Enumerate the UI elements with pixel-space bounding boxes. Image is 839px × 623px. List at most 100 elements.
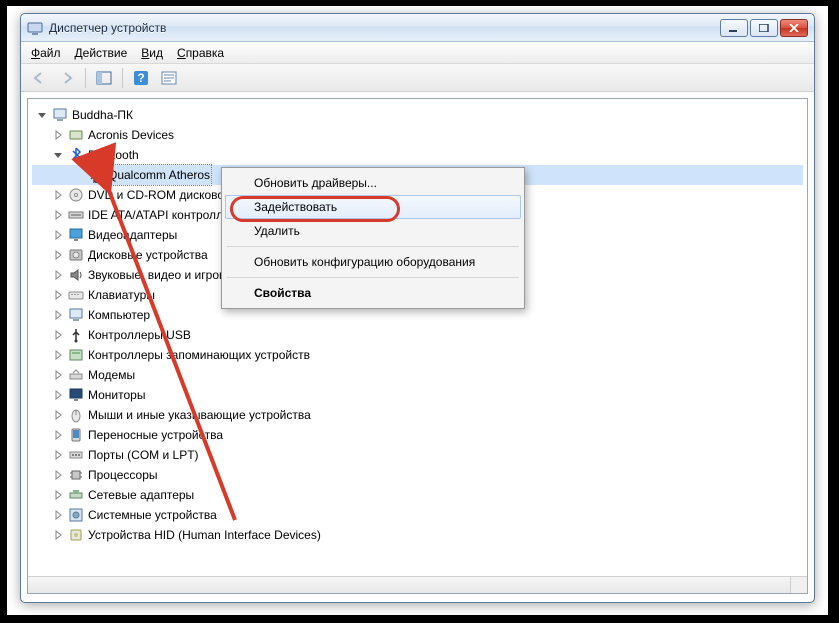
ctx-separator <box>227 246 519 247</box>
expand-icon[interactable] <box>52 349 64 361</box>
ctx-refresh-config[interactable]: Обновить конфигурацию оборудования <box>225 250 521 274</box>
ctx-properties[interactable]: Свойства <box>225 281 521 305</box>
tree-label: Переносные устройства <box>88 425 223 445</box>
scroll-corner <box>790 576 807 593</box>
expand-icon[interactable] <box>52 369 64 381</box>
menu-action[interactable]: Действие <box>75 46 128 60</box>
menu-file[interactable]: Файл <box>31 46 61 60</box>
tree-label: Порты (COM и LPT) <box>88 445 199 465</box>
svg-text:?: ? <box>137 71 144 85</box>
collapse-icon[interactable] <box>36 109 48 121</box>
mouse-icon <box>68 407 84 423</box>
tree-category[interactable]: Сетевые адаптеры <box>32 485 803 505</box>
tree-label: Мониторы <box>88 385 145 405</box>
collapse-icon[interactable] <box>52 149 64 161</box>
system-icon <box>68 507 84 523</box>
tree-category[interactable]: Bluetooth <box>32 145 803 165</box>
expand-icon[interactable] <box>52 189 64 201</box>
usb-icon <box>68 327 84 343</box>
modem-icon <box>68 367 84 383</box>
nav-forward-button <box>55 67 79 89</box>
tree-label: Системные устройства <box>88 505 217 525</box>
display-icon <box>68 227 84 243</box>
expand-icon[interactable] <box>52 269 64 281</box>
expand-icon[interactable] <box>52 429 64 441</box>
maximize-button[interactable] <box>750 19 778 37</box>
tree-category[interactable]: Модемы <box>32 365 803 385</box>
toolbar: ? <box>21 64 814 92</box>
tree-label: Дисковые устройства <box>88 245 208 265</box>
tree-label: Контроллеры USB <box>88 325 191 345</box>
ide-icon <box>68 207 84 223</box>
expand-icon[interactable] <box>52 469 64 481</box>
tree-label: Видеоадаптеры <box>88 225 177 245</box>
expand-icon[interactable] <box>52 249 64 261</box>
tree-label: Модемы <box>88 365 135 385</box>
tree-label: Сетевые адаптеры <box>88 485 194 505</box>
device-manager-window: Диспетчер устройств Файл Действие Вид Сп… <box>20 13 815 603</box>
audio-icon <box>68 267 84 283</box>
tree-category[interactable]: Контроллеры USB <box>32 325 803 345</box>
svg-text:↓: ↓ <box>95 171 101 183</box>
tree-root[interactable]: Buddha-ПК <box>32 105 803 125</box>
tree-category[interactable]: Переносные устройства <box>32 425 803 445</box>
minimize-button[interactable] <box>720 19 748 37</box>
ctx-delete[interactable]: Удалить <box>225 219 521 243</box>
port-icon <box>68 447 84 463</box>
portable-icon <box>68 427 84 443</box>
help-button[interactable]: ? <box>129 67 153 89</box>
horizontal-scrollbar[interactable] <box>28 576 790 593</box>
expand-icon[interactable] <box>52 489 64 501</box>
tree-label: DVD и CD-ROM дисководы <box>88 185 239 205</box>
tree-category[interactable]: Мыши и иные указывающие устройства <box>32 405 803 425</box>
hdd-icon <box>68 247 84 263</box>
computer-icon <box>68 307 84 323</box>
keyboard-icon <box>68 287 84 303</box>
tree-label: Buddha-ПК <box>72 105 133 125</box>
show-hide-tree-button[interactable] <box>92 67 116 89</box>
expand-icon[interactable] <box>52 409 64 421</box>
ctx-separator <box>227 277 519 278</box>
expand-icon[interactable] <box>52 449 64 461</box>
expand-icon[interactable] <box>52 229 64 241</box>
tree-label: Клавиатуры <box>88 285 155 305</box>
menu-view[interactable]: Вид <box>141 46 163 60</box>
expand-icon[interactable] <box>52 209 64 221</box>
tree-label: Qualcomm Atheros <box>106 164 212 186</box>
close-button[interactable] <box>780 19 808 37</box>
expand-icon[interactable] <box>52 289 64 301</box>
tree-label: Мыши и иные указывающие устройства <box>88 405 311 425</box>
titlebar[interactable]: Диспетчер устройств <box>21 14 814 42</box>
storage-icon <box>68 347 84 363</box>
tree-category[interactable]: Acronis Devices <box>32 125 803 145</box>
expand-icon[interactable] <box>52 529 64 541</box>
expand-icon[interactable] <box>52 509 64 521</box>
tree-category[interactable]: Устройства HID (Human Interface Devices) <box>32 525 803 545</box>
tree-category[interactable]: Порты (COM и LPT) <box>32 445 803 465</box>
menubar: Файл Действие Вид Справка <box>21 42 814 64</box>
monitor-icon <box>68 387 84 403</box>
cpu-icon <box>68 467 84 483</box>
tree-label: Bluetooth <box>88 145 139 165</box>
tree-category[interactable]: Процессоры <box>32 465 803 485</box>
tree-category[interactable]: Контроллеры запоминающих устройств <box>32 345 803 365</box>
expand-icon[interactable] <box>52 329 64 341</box>
ctx-enable[interactable]: Задействовать <box>225 195 521 219</box>
tree-category[interactable]: Системные устройства <box>32 505 803 525</box>
ctx-update-drivers[interactable]: Обновить драйверы... <box>225 171 521 195</box>
expand-icon[interactable] <box>52 129 64 141</box>
tree-label: Контроллеры запоминающих устройств <box>88 345 310 365</box>
computer-icon <box>52 107 68 123</box>
bluetooth-icon <box>68 147 84 163</box>
menu-help[interactable]: Справка <box>177 46 224 60</box>
nav-back-button <box>27 67 51 89</box>
expand-icon[interactable] <box>52 309 64 321</box>
tree-label: Процессоры <box>88 465 158 485</box>
properties-button[interactable] <box>157 67 181 89</box>
app-icon <box>27 20 43 36</box>
network-icon <box>68 487 84 503</box>
generic-icon <box>68 127 84 143</box>
expand-icon[interactable] <box>52 389 64 401</box>
disc-icon <box>68 187 84 203</box>
tree-category[interactable]: Мониторы <box>32 385 803 405</box>
